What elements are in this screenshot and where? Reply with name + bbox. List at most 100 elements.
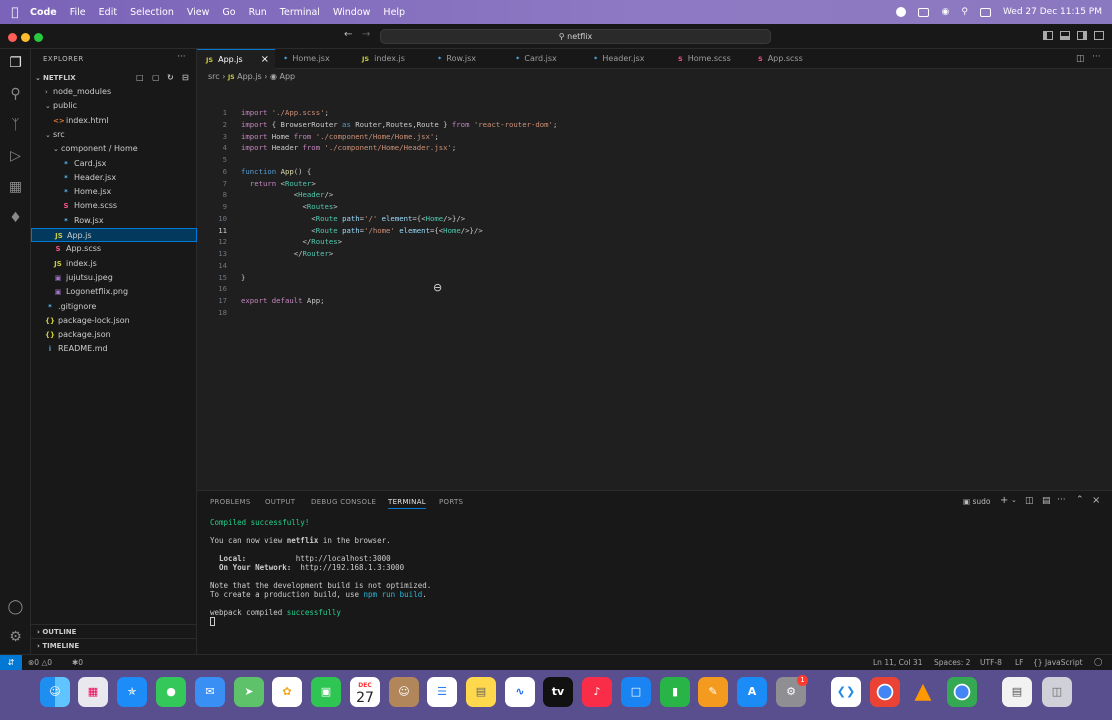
messages-icon[interactable]: ● (156, 677, 186, 707)
menu-window[interactable]: Window (333, 7, 370, 18)
code-line[interactable]: } (241, 273, 245, 282)
chrome-alt-icon[interactable] (947, 677, 977, 707)
vscode-icon[interactable]: ❮❯ (831, 677, 861, 707)
run-debug-icon[interactable]: ▷ (7, 148, 24, 165)
code-line[interactable]: function App() { (241, 167, 311, 176)
editor-tab[interactable]: * Row.jsx (429, 49, 507, 69)
editor-tab[interactable]: JS App.js × (197, 49, 275, 69)
finder-icon[interactable]: ☺ (40, 677, 70, 707)
zoom-window-icon[interactable] (34, 33, 43, 42)
refresh-icon[interactable]: ↻ (167, 71, 174, 85)
terminal-dropdown-icon[interactable]: ⌄ (1011, 496, 1017, 504)
command-center-search[interactable]: ⚲ netflix (380, 29, 771, 44)
file-tree-item[interactable]: {} package-lock.json (31, 314, 197, 328)
panel-tab-debug-console[interactable]: DEBUG CONSOLE (311, 498, 376, 506)
safari-icon[interactable]: ✯ (117, 677, 147, 707)
code-line[interactable]: <Routes> (241, 202, 338, 211)
new-folder-icon[interactable]: ▢ (152, 71, 160, 85)
more-actions-icon[interactable]: ··· (177, 52, 186, 62)
code-line[interactable]: </Routes> (241, 237, 343, 246)
back-arrow-icon[interactable]: ← (344, 29, 352, 40)
file-tree-item[interactable]: * Home.jsx (31, 185, 197, 199)
kill-terminal-icon[interactable]: ▤ (1042, 496, 1051, 506)
battery-icon[interactable] (918, 7, 930, 17)
code-editor[interactable]: 1 import './App.scss'; 2 import { BrowserRo… (197, 84, 1112, 504)
file-tree-item[interactable]: * Header.jsx (31, 171, 197, 185)
ports-status[interactable]: ✱0 (72, 658, 83, 667)
appstore-icon[interactable]: A (737, 677, 767, 707)
music-icon[interactable]: ♪ (582, 677, 612, 707)
new-terminal-icon[interactable]: + (1000, 495, 1008, 506)
terminal-shell-selector[interactable]: ▣ sudo (963, 497, 991, 506)
source-control-icon[interactable]: ᛉ (7, 117, 24, 134)
split-terminal-icon[interactable]: ◫ (1025, 496, 1034, 506)
file-tree-item[interactable]: <>index.html (31, 114, 197, 128)
code-line[interactable]: import { BrowserRouter as Router,Routes,… (241, 120, 557, 129)
file-tree-item[interactable]: ▣ Logonetflix.png (31, 285, 197, 299)
apple-icon[interactable]:  (0, 5, 30, 19)
calendar-icon[interactable]: DEC 27 (350, 677, 380, 707)
explorer-icon[interactable]: ❐ (7, 55, 24, 72)
maps-icon[interactable]: ➤ (234, 677, 264, 707)
cursor-position[interactable]: Ln 11, Col 31 (873, 658, 922, 667)
breadcrumb-file[interactable]: App.js (237, 72, 262, 81)
file-tree-item[interactable]: ▣ jujutsu.jpeg (31, 271, 197, 285)
new-file-icon[interactable]: □ (136, 71, 144, 85)
terminal-local-url[interactable]: http://localhost:3000 (296, 554, 391, 563)
terminal-cursor[interactable] (210, 617, 215, 626)
document-icon[interactable]: ▤ (1002, 677, 1032, 707)
close-panel-icon[interactable]: × (1092, 495, 1100, 506)
toggle-panel-icon[interactable] (1060, 31, 1070, 40)
code-line[interactable]: return <Router> (241, 179, 316, 188)
control-center-icon[interactable] (979, 7, 991, 17)
editor-tab[interactable]: S Home.scss (669, 49, 749, 69)
maximize-panel-icon[interactable]: ⌃ (1076, 495, 1084, 505)
record-icon[interactable] (896, 7, 907, 17)
language-mode[interactable]: {} JavaScript (1033, 658, 1083, 667)
vlc-icon[interactable]: ▲ (908, 677, 938, 707)
end-of-line[interactable]: LF (1015, 658, 1024, 667)
menu-app-name[interactable]: Code (30, 7, 57, 18)
menu-file[interactable]: File (70, 7, 86, 18)
remote-icon[interactable]: ⇵ (0, 655, 22, 670)
file-tree-item[interactable]: JS App.js (31, 228, 197, 242)
encoding[interactable]: UTF-8 (980, 658, 1002, 667)
editor-tab[interactable]: JS index.js (353, 49, 429, 69)
chrome-icon[interactable] (870, 677, 900, 707)
menu-go[interactable]: Go (222, 7, 235, 18)
menu-view[interactable]: View (187, 7, 210, 18)
code-line[interactable]: import Header from './component/Home/Hea… (241, 143, 456, 152)
menu-terminal[interactable]: Terminal (280, 7, 320, 18)
keynote-icon[interactable]: □ (621, 677, 651, 707)
search-icon[interactable]: ⚲ (961, 7, 968, 17)
breadcrumb-symbol[interactable]: App (279, 72, 295, 81)
python-icon[interactable]: ♦ (7, 210, 24, 227)
file-tree-item[interactable]: * Row.jsx (31, 214, 197, 228)
more-editor-actions-icon[interactable]: ··· (1092, 52, 1101, 62)
panel-tab-output[interactable]: OUTPUT (265, 498, 295, 506)
menu-run[interactable]: Run (249, 7, 267, 18)
notes-icon[interactable]: ▤ (466, 677, 496, 707)
panel-tab-ports[interactable]: PORTS (439, 498, 463, 506)
facetime-icon[interactable]: ▣ (311, 677, 341, 707)
photos-icon[interactable]: ✿ (272, 677, 302, 707)
mail-icon[interactable]: ✉ (195, 677, 225, 707)
menu-edit[interactable]: Edit (99, 7, 117, 18)
explorer-root[interactable]: ⌄ NETFLIX □ ▢ ↻ ⊟ (31, 71, 197, 85)
file-tree-item[interactable]: S App.scss (31, 242, 197, 256)
terminal-network-url[interactable]: http://192.168.1.3:3000 (300, 563, 404, 572)
outline-section[interactable]: › OUTLINE (31, 624, 197, 638)
contacts-icon[interactable]: ☺ (389, 677, 419, 707)
trash-icon[interactable]: ◫ (1042, 677, 1072, 707)
menu-selection[interactable]: Selection (130, 7, 174, 18)
split-editor-icon[interactable]: ◫ (1076, 54, 1085, 64)
file-tree-item[interactable]: * .gitignore (31, 300, 197, 314)
toggle-sidebar-icon[interactable] (1043, 31, 1053, 40)
search-view-icon[interactable]: ⚲ (7, 86, 24, 103)
freeform-icon[interactable]: ∿ (505, 677, 535, 707)
editor-tab[interactable]: S App.scss (749, 49, 827, 69)
extensions-icon[interactable]: ▦ (7, 179, 24, 196)
notifications-icon[interactable]: ◯ (1094, 657, 1102, 666)
collapse-all-icon[interactable]: ⊟ (182, 71, 189, 85)
editor-tab[interactable]: * Home.jsx (275, 49, 353, 69)
